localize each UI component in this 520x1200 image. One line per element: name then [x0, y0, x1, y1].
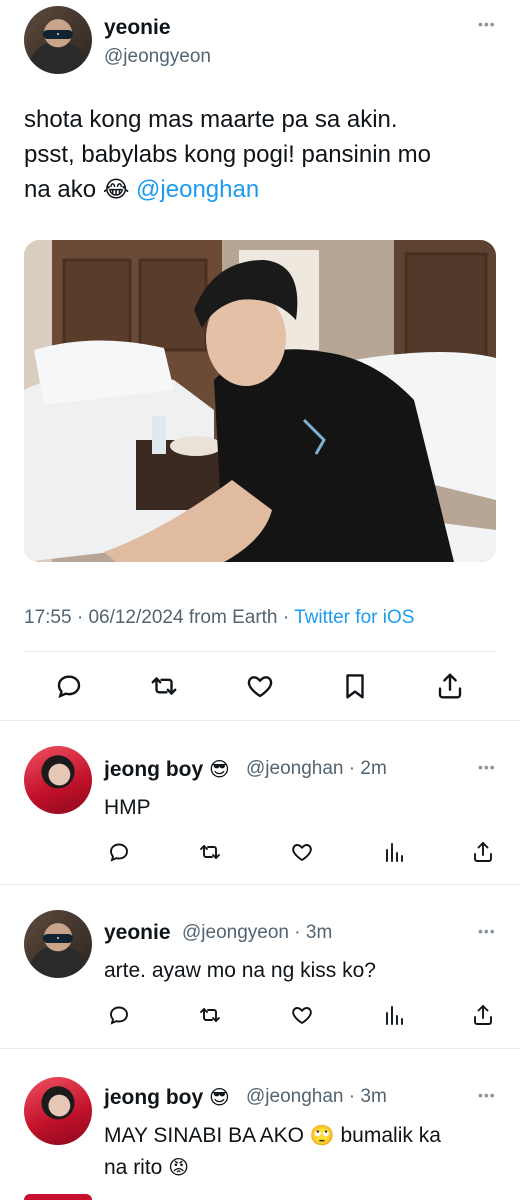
retweet-icon[interactable]: [192, 834, 228, 870]
tweet-text: shota kong mas maarte pa sa akin. psst, …: [24, 102, 494, 207]
meta-separator: ·: [282, 607, 290, 628]
main-tweet: yeonie @jeongyeon ••• shota kong mas maa…: [0, 0, 520, 720]
heart-icon[interactable]: [284, 834, 320, 870]
avatar[interactable]: [24, 910, 92, 978]
meta-separator: ·: [294, 922, 301, 943]
reply-text: arte. ayaw mo na ng kiss ko?: [104, 959, 376, 982]
share-icon[interactable]: [432, 668, 468, 704]
reply-tweet[interactable]: jeong boy 😎 @jeonghan · 3m ••• MAY SINAB…: [0, 1049, 520, 1200]
photo-illustration: [24, 240, 496, 562]
avatar[interactable]: [24, 6, 92, 74]
avatar[interactable]: [24, 1077, 92, 1145]
reply-text-fragment: na rito: [104, 1156, 163, 1179]
reply-icon[interactable]: [101, 997, 137, 1033]
meta-separator: ·: [76, 607, 84, 628]
avatar[interactable]: [24, 746, 92, 814]
bookmark-icon[interactable]: [337, 668, 373, 704]
angry-emoji: 😡: [168, 1157, 190, 1179]
reply-text: HMP: [104, 796, 151, 819]
display-name[interactable]: yeonie: [104, 921, 171, 945]
reply-time: 2m: [360, 758, 387, 779]
main-action-bar: [0, 666, 520, 706]
more-options-icon[interactable]: •••: [478, 759, 496, 775]
reply-time: 3m: [360, 1086, 387, 1107]
display-name-text: jeong boy: [104, 758, 204, 781]
tweet-date: 06/12/2024: [88, 607, 184, 628]
display-name[interactable]: jeong boy 😎: [104, 1085, 230, 1110]
tweet-text-line: na ako 😂 @jeonghan: [24, 172, 494, 207]
display-name-text: jeong boy: [104, 1086, 204, 1109]
handle[interactable]: @jeongyeon: [104, 46, 211, 68]
handle-time: @jeongyeon · 3m: [182, 922, 332, 944]
tweet-text-fragment: na ako: [24, 176, 97, 203]
reply-tweet[interactable]: jeong boy 😎 @jeonghan · 2m ••• HMP: [0, 721, 520, 884]
reply-icon[interactable]: [51, 668, 87, 704]
eye-roll-emoji: 🙄: [309, 1125, 335, 1147]
reply-action-bar: [0, 997, 520, 1033]
tweet-text-line: shota kong mas maarte pa sa akin.: [24, 106, 398, 133]
reply-text-line: MAY SINABI BA AKO 🙄 bumalik ka: [104, 1120, 504, 1152]
reply-icon[interactable]: [101, 834, 137, 870]
views-icon[interactable]: [376, 997, 412, 1033]
display-name[interactable]: jeong boy 😎: [104, 757, 230, 782]
tweet-time: 17:55: [24, 607, 72, 628]
mention-link[interactable]: @jeonghan: [136, 176, 259, 203]
heart-icon[interactable]: [284, 997, 320, 1033]
tweet-photo[interactable]: [24, 240, 496, 562]
client-link[interactable]: Twitter for iOS: [294, 607, 414, 628]
meta-separator: ·: [348, 758, 356, 779]
more-options-icon[interactable]: •••: [478, 1087, 496, 1103]
laughing-emoji: 😂: [102, 176, 130, 202]
handle[interactable]: @jeonghan: [246, 758, 343, 779]
retweet-icon[interactable]: [146, 668, 182, 704]
reply-text: MAY SINABI BA AKO 🙄 bumalik ka na rito 😡: [104, 1120, 504, 1184]
retweet-icon[interactable]: [192, 997, 228, 1033]
tweet-location: from Earth: [188, 607, 278, 628]
reply-text-fragment: MAY SINABI BA AKO: [104, 1124, 304, 1147]
reply-text-line: na rito 😡: [104, 1152, 504, 1184]
heart-icon[interactable]: [242, 668, 278, 704]
handle-time: @jeonghan · 3m: [246, 1086, 387, 1108]
handle-time: @jeonghan · 2m: [246, 758, 387, 780]
tweet-text-line: psst, babylabs kong pogi! pansinin mo: [24, 141, 431, 168]
views-icon[interactable]: [376, 834, 412, 870]
reply-tweet[interactable]: yeonie @jeongyeon · 3m ••• arte. ayaw mo…: [0, 885, 520, 1048]
share-icon[interactable]: [465, 997, 501, 1033]
display-name[interactable]: yeonie: [104, 16, 171, 40]
handle[interactable]: @jeonghan: [246, 1086, 343, 1107]
sunglasses-emoji: 😎: [209, 759, 230, 781]
sunglasses-emoji: 😎: [209, 1087, 230, 1109]
tweet-meta: 17:55 · 06/12/2024 from Earth · Twitter …: [24, 607, 414, 629]
divider: [24, 651, 496, 652]
sunglasses-icon: [43, 934, 73, 943]
reply-text-fragment: bumalik ka: [340, 1124, 441, 1147]
sunglasses-icon: [43, 30, 73, 39]
meta-separator: ·: [348, 1086, 356, 1107]
more-options-icon[interactable]: •••: [478, 923, 496, 939]
reply-action-bar: [0, 834, 520, 870]
reply-time: 3m: [305, 922, 333, 943]
handle[interactable]: @jeongyeon: [182, 922, 289, 943]
share-icon[interactable]: [465, 834, 501, 870]
next-reply-avatar-peek: [24, 1194, 92, 1200]
more-options-icon[interactable]: •••: [478, 16, 496, 32]
